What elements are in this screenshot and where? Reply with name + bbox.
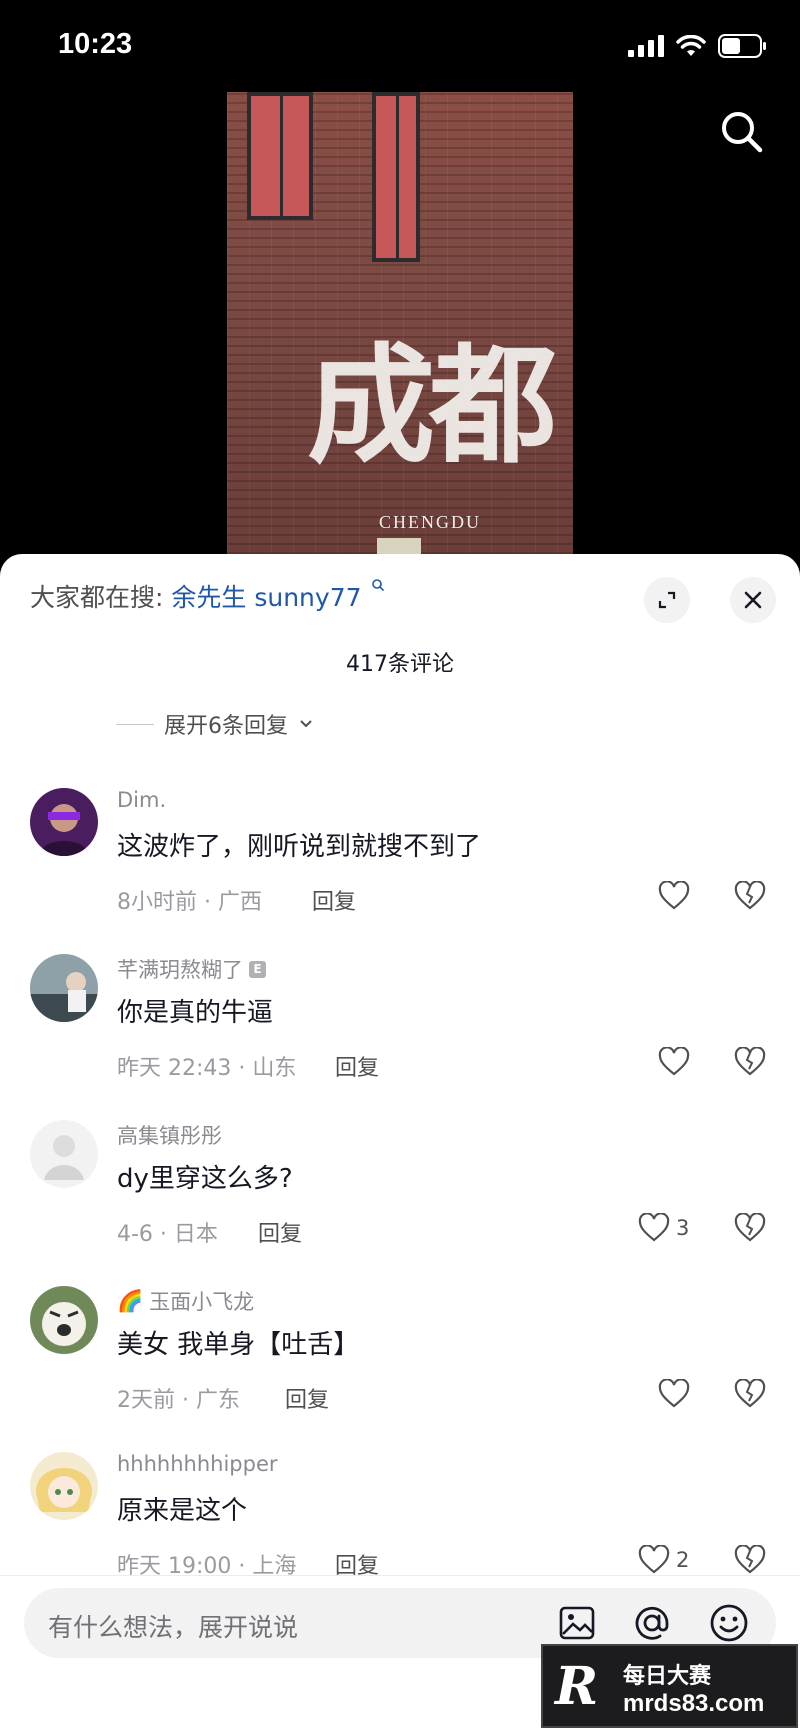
close-button[interactable] [730,577,776,623]
trending-keyword[interactable]: 余先生 sunny77 [171,583,361,612]
close-icon [744,591,762,609]
dislike-button[interactable] [734,1378,766,1413]
comment-meta: 8小时前 · 广西 [117,890,262,915]
broken-heart-icon [734,1378,766,1408]
comment-panel: 大家都在搜: 余先生 sunny77 417条评论 展开6条回复 Dim. 这波… [0,554,800,1731]
comment-username[interactable]: 芊满玥熬糊了 E [117,954,266,984]
comment-item: 芊满玥熬糊了 E 你是真的牛逼 昨天 22:43 · 山东 回复 [0,954,800,1114]
image-icon [559,1606,595,1640]
divider-line [116,723,154,725]
emoji-icon [710,1604,748,1642]
search-icon [722,112,763,153]
battery-icon [718,34,766,58]
expand-replies-button[interactable]: 展开6条回复 [116,708,314,740]
comment-item: 🌈 玉面小飞龙 美女 我单身【吐舌】 2天前 · 广东 回复 [0,1286,800,1446]
comment-text: 美女 我单身【吐舌】 [117,1330,360,1360]
like-button[interactable]: 2 [638,1545,689,1575]
expand-replies-label: 展开6条回复 [164,714,288,739]
like-button[interactable] [658,1047,696,1077]
reply-button[interactable]: 回复 [335,1050,379,1082]
like-button[interactable] [658,1379,696,1409]
comment-username[interactable]: Dim. [117,788,166,812]
comment-input-placeholder: 有什么想法，展开说说 [48,1613,299,1642]
like-count: 3 [676,1216,690,1240]
comment-text: 原来是这个 [117,1496,248,1526]
broken-heart-icon [734,1046,766,1076]
emoji-button[interactable] [706,1600,752,1646]
status-icons [628,34,768,58]
at-icon [635,1606,669,1640]
comment-text: dy里穿这么多? [117,1164,293,1194]
avatar[interactable] [30,788,98,856]
comment-count: 417条评论 [346,652,454,677]
search-button[interactable] [718,108,774,164]
dislike-button[interactable] [734,1544,766,1579]
watermark-line1: 每日大赛 [623,1664,712,1689]
avatar[interactable] [30,1452,98,1520]
user-badge: E [249,960,266,978]
heart-icon [658,881,690,910]
watermark-mark: R [555,1656,599,1717]
broken-heart-icon [734,1212,766,1242]
heart-icon [638,1545,670,1574]
mention-button[interactable] [629,1600,675,1646]
broken-heart-icon [734,880,766,910]
comment-text: 这波炸了，刚听说到就搜不到了 [117,832,482,862]
comment-username[interactable]: 高集镇彤彤 [117,1120,222,1150]
signal-icon [628,35,664,57]
expand-icon [658,591,676,609]
wall-text: 成都 [307,331,557,481]
dislike-button[interactable] [734,1212,766,1247]
search-small-icon [372,579,385,592]
like-button[interactable]: 3 [638,1213,689,1243]
heart-icon [658,1047,690,1076]
comment-meta: 4-6 · 日本 [117,1222,218,1247]
trending-search[interactable]: 大家都在搜: 余先生 sunny77 [30,578,385,614]
avatar[interactable] [30,1286,98,1354]
comment-text: 你是真的牛逼 [117,998,274,1028]
watermark-line2: mrds83.com [623,1690,765,1717]
trending-label: 大家都在搜: [30,583,164,612]
wifi-icon [676,35,706,56]
like-count: 2 [676,1548,690,1572]
dislike-button[interactable] [734,1046,766,1081]
video-preview[interactable]: 成都 CHENGDU [227,92,573,554]
comment-username[interactable]: hhhhhhhhipper [117,1452,278,1476]
status-bar: 10:23 [0,0,800,92]
window-right [372,92,420,262]
comment-username[interactable]: 🌈 玉面小飞龙 [117,1286,254,1316]
like-button[interactable] [658,881,696,911]
status-time: 10:23 [58,28,133,60]
image-button[interactable] [554,1600,600,1646]
reply-button[interactable]: 回复 [285,1382,329,1414]
comment-meta: 昨天 22:43 · 山东 [117,1056,297,1081]
watermark-logo: R 每日大赛 mrds83.com [541,1644,798,1728]
comment-item: Dim. 这波炸了，刚听说到就搜不到了 8小时前 · 广西 回复 [0,788,800,948]
avatar[interactable] [30,954,98,1022]
window-left [247,92,313,220]
heart-icon [658,1379,690,1408]
wall-subtext: CHENGDU [379,512,481,532]
reply-button[interactable]: 回复 [312,884,356,916]
wall-sign [377,538,421,554]
comment-meta: 2天前 · 广东 [117,1388,240,1413]
comment-item: 高集镇彤彤 dy里穿这么多? 4-6 · 日本 回复 3 [0,1120,800,1280]
expand-button[interactable] [644,577,690,623]
rainbow-emoji: 🌈 [117,1288,144,1313]
dislike-button[interactable] [734,880,766,915]
reply-button[interactable]: 回复 [258,1216,302,1248]
broken-heart-icon [734,1544,766,1574]
avatar[interactable] [30,1120,98,1188]
chevron-down-icon [300,720,312,728]
heart-icon [638,1213,670,1242]
